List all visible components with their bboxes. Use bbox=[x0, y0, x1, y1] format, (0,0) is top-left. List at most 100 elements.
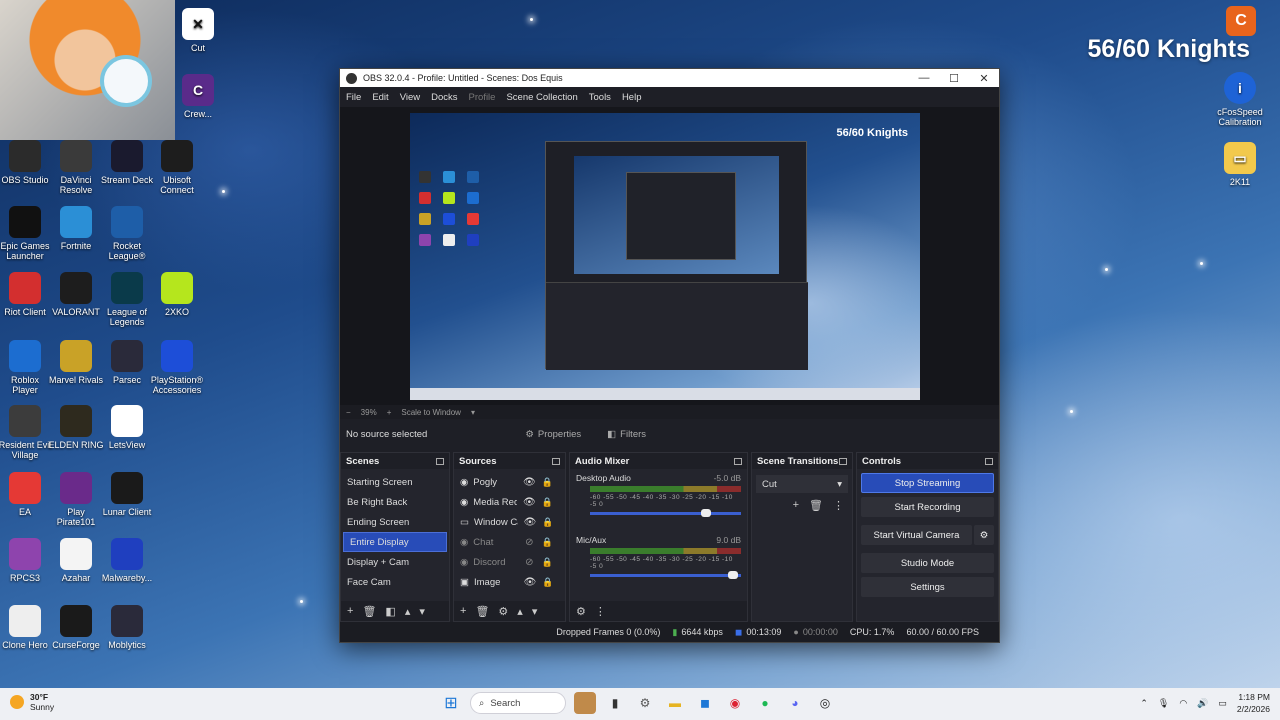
move-down-button[interactable]: ▾ bbox=[532, 605, 538, 618]
scene-filters-button[interactable]: ◧ bbox=[385, 605, 395, 618]
desktop-icon[interactable]: CurseForge bbox=[48, 605, 104, 650]
lock-icon[interactable]: 🔒 bbox=[541, 477, 553, 488]
program-preview[interactable]: 56/60 Knights bbox=[410, 113, 920, 400]
eye-icon[interactable]: 👁 bbox=[523, 577, 537, 588]
remove-scene-button[interactable]: 🗑 bbox=[362, 605, 376, 618]
more-options-icon[interactable]: ⋮ bbox=[833, 499, 844, 512]
remove-source-button[interactable]: 🗑 bbox=[475, 605, 489, 618]
battery-icon[interactable]: ▭ bbox=[1218, 698, 1227, 709]
desktop-icon[interactable]: Azahar bbox=[48, 538, 104, 583]
properties-button[interactable]: ⚙ Properties bbox=[517, 426, 589, 443]
desktop-icon[interactable]: PlayStation® Accessories bbox=[149, 340, 205, 395]
windows-start-icon[interactable]: ⊞ bbox=[440, 692, 462, 714]
desktop-icon[interactable]: Lunar Client bbox=[99, 472, 155, 517]
desktop-icon[interactable]: Stream Deck bbox=[99, 140, 155, 185]
desktop-icon-2k11[interactable]: ▭ 2K11 bbox=[1212, 142, 1268, 187]
menu-file[interactable]: File bbox=[346, 92, 361, 103]
close-button[interactable]: ✕ bbox=[969, 72, 999, 85]
eye-icon[interactable]: 👁 bbox=[522, 497, 536, 508]
scene-item[interactable]: Be Right Back bbox=[341, 492, 449, 512]
desktop-icon[interactable]: OBS Studio bbox=[0, 140, 53, 185]
add-scene-button[interactable]: + bbox=[347, 605, 353, 617]
obs-taskbar-icon[interactable]: ◎ bbox=[814, 692, 836, 714]
scene-item[interactable]: Starting Screen bbox=[341, 472, 449, 492]
scene-item[interactable]: Display + Cam bbox=[341, 552, 449, 572]
microphone-icon[interactable]: 🎙 bbox=[1158, 698, 1169, 709]
remove-transition-button[interactable]: 🗑 bbox=[809, 499, 823, 512]
chrome-icon[interactable]: ◉ bbox=[724, 692, 746, 714]
eye-off-icon[interactable]: ⊘ bbox=[522, 537, 536, 548]
zoom-in-button[interactable]: + bbox=[387, 408, 392, 417]
menu-profile[interactable]: Profile bbox=[469, 92, 496, 103]
wifi-icon[interactable]: ◠ bbox=[1179, 698, 1187, 709]
start-virtual-camera-button[interactable]: Start Virtual Camera bbox=[861, 525, 972, 545]
menu-help[interactable]: Help bbox=[622, 92, 642, 103]
desktop-icon[interactable]: 2XKO bbox=[149, 272, 205, 317]
lock-icon[interactable]: 🔒 bbox=[541, 537, 553, 548]
start-recording-button[interactable]: Start Recording bbox=[861, 497, 994, 517]
eye-icon[interactable]: 👁 bbox=[522, 477, 536, 488]
microsoft-store-icon[interactable]: ◼ bbox=[694, 692, 716, 714]
weather-widget[interactable]: 30°F Sunny bbox=[10, 692, 54, 712]
scene-item[interactable]: Face Cam bbox=[341, 572, 449, 592]
discord-icon[interactable]: ◕ bbox=[784, 692, 806, 714]
desktop-icon[interactable]: ELDEN RING bbox=[48, 405, 104, 450]
menu-edit[interactable]: Edit bbox=[372, 92, 388, 103]
desktop-icon[interactable]: Ubisoft Connect bbox=[149, 140, 205, 195]
desktop-icon[interactable]: DaVinci Resolve bbox=[48, 140, 104, 195]
obs-titlebar[interactable]: OBS 32.0.4 - Profile: Untitled - Scenes:… bbox=[340, 69, 999, 87]
menu-docks[interactable]: Docks bbox=[431, 92, 457, 103]
scene-item-selected[interactable]: Entire Display bbox=[343, 532, 447, 552]
desktop-icon[interactable]: Parsec bbox=[99, 340, 155, 385]
desktop-icon[interactable]: Fortnite bbox=[48, 206, 104, 251]
eye-off-icon[interactable]: ⊘ bbox=[522, 557, 536, 568]
move-up-button[interactable]: ▴ bbox=[405, 605, 411, 618]
lock-icon[interactable]: 🔒 bbox=[541, 557, 553, 568]
undock-icon[interactable] bbox=[734, 457, 742, 465]
zoom-mode[interactable]: Scale to Window bbox=[401, 408, 461, 417]
desktop-icon[interactable]: Roblox Player bbox=[0, 340, 53, 395]
desktop-icon[interactable]: Play Pirate101 bbox=[48, 472, 104, 527]
settings-button[interactable]: Settings bbox=[861, 577, 994, 597]
chevron-up-icon[interactable]: ⌃ bbox=[1140, 698, 1148, 709]
desktop-icon[interactable]: Malwareby... bbox=[99, 538, 155, 583]
desktop-icon[interactable]: Rocket League® bbox=[99, 206, 155, 261]
file-explorer-icon[interactable]: ▬ bbox=[664, 692, 686, 714]
lock-icon[interactable]: 🔒 bbox=[542, 517, 554, 528]
source-item[interactable]: ▭ Window Ca 👁 🔒 bbox=[454, 512, 565, 532]
maximize-button[interactable]: ☐ bbox=[939, 72, 969, 85]
source-item-hidden[interactable]: ◉ Chat ⊘ 🔒 bbox=[454, 532, 565, 552]
taskbar-search[interactable]: ⌕ Search bbox=[470, 692, 566, 714]
spotify-icon[interactable]: ● bbox=[754, 692, 776, 714]
advanced-audio-button[interactable]: ⚙ bbox=[576, 605, 586, 618]
menu-scene-collection[interactable]: Scene Collection bbox=[506, 92, 577, 103]
desktop-icon[interactable]: Clone Hero bbox=[0, 605, 53, 650]
chevron-down-icon[interactable]: ▾ bbox=[471, 408, 475, 417]
undock-icon[interactable] bbox=[436, 457, 444, 465]
task-view-icon[interactable]: ▮ bbox=[604, 692, 626, 714]
desktop-icon[interactable]: VALORANT bbox=[48, 272, 104, 317]
zoom-out-button[interactable]: − bbox=[346, 408, 351, 417]
desktop-icon[interactable]: RPCS3 bbox=[0, 538, 53, 583]
filters-button[interactable]: ◧ Filters bbox=[599, 426, 654, 443]
desktop-icon[interactable]: Marvel Rivals bbox=[48, 340, 104, 385]
undock-icon[interactable] bbox=[839, 457, 847, 465]
desktop-icon-partial-crew[interactable]: C Crew... bbox=[170, 74, 226, 119]
lock-icon[interactable]: 🔒 bbox=[542, 577, 554, 588]
source-item[interactable]: ▣ Image 👁 🔒 bbox=[454, 572, 565, 592]
eye-icon[interactable]: 👁 bbox=[523, 517, 537, 528]
source-item[interactable]: ◉ Media Requ 👁 🔒 bbox=[454, 492, 565, 512]
transition-select[interactable]: Cut ▾ bbox=[756, 475, 848, 493]
slider-knob[interactable] bbox=[727, 571, 738, 579]
desktop-icon[interactable]: Moblytics bbox=[99, 605, 155, 650]
volume-icon[interactable]: 🔊 bbox=[1197, 698, 1208, 709]
desktop-icon[interactable]: League of Legends bbox=[99, 272, 155, 327]
desktop-icon[interactable]: LetsView bbox=[99, 405, 155, 450]
lock-icon[interactable]: 🔒 bbox=[541, 497, 553, 508]
desktop-icon-cfosspeed[interactable]: i cFosSpeed Calibration bbox=[1212, 72, 1268, 127]
news-widget-icon[interactable] bbox=[574, 692, 596, 714]
menu-tools[interactable]: Tools bbox=[589, 92, 611, 103]
undock-icon[interactable] bbox=[985, 457, 993, 465]
more-options-icon[interactable]: ⋮ bbox=[595, 605, 606, 618]
desktop-icon[interactable]: Riot Client bbox=[0, 272, 53, 317]
